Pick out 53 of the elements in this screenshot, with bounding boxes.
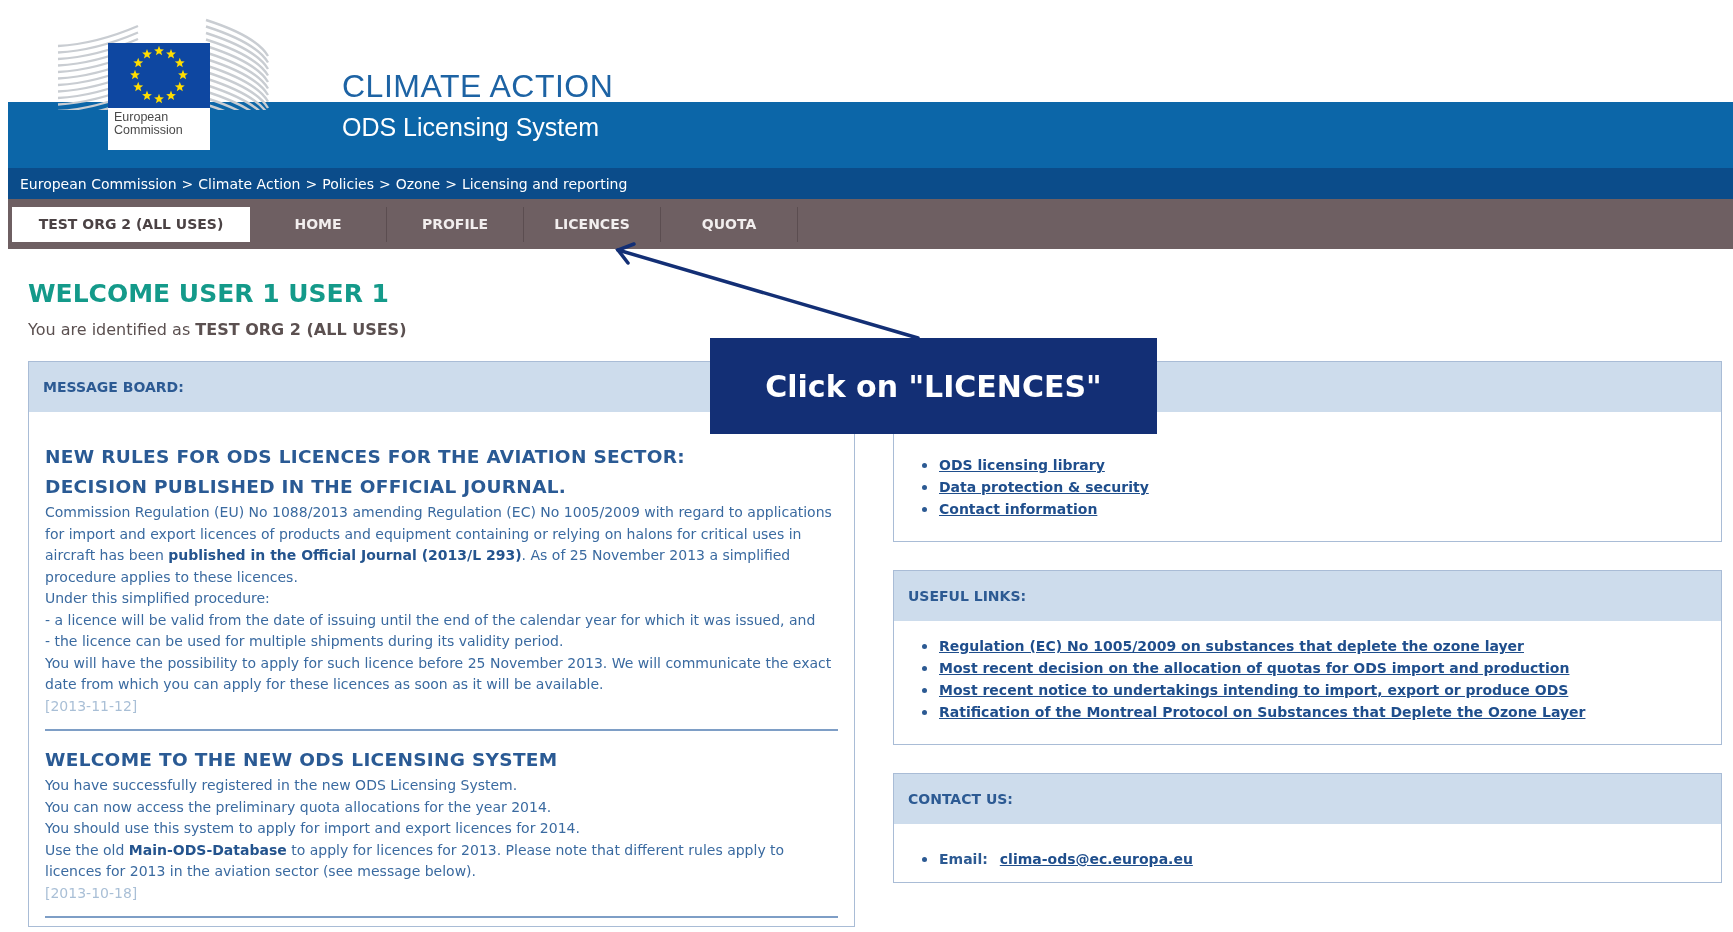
panel-header: CONTACT US:: [894, 774, 1721, 824]
nav-tab[interactable]: QUOTA: [661, 206, 798, 242]
email-link[interactable]: clima-ods@ec.europa.eu: [999, 850, 1193, 869]
bullet-icon: [922, 485, 927, 490]
message-date: [2013-11-12]: [45, 696, 139, 716]
panel-header: USEFUL LINKS:: [894, 571, 1721, 621]
message-text: You can now access the preliminary quota allocations for the year 2014.: [45, 797, 553, 817]
breadcrumb-link[interactable]: Ozone: [395, 175, 441, 192]
resource-link[interactable]: Most recent notice to undertakings intending to import, export or produce ODS: [939, 681, 1569, 700]
bullet-icon: [922, 644, 927, 649]
site-subtitle: ODS Licensing System: [342, 113, 601, 142]
nav-tab[interactable]: TEST ORG 2 (ALL USES): [12, 206, 250, 242]
message-text: You should use this system to apply for import and export licences for 2014.: [45, 819, 581, 838]
message-text: - a licence will be valid from the date of issuing until the end of the calendar year for which it was issued, and: [45, 610, 817, 630]
message-title: WELCOME TO THE NEW ODS LICENSING SYSTEM: [45, 748, 559, 772]
email-label: Email:: [939, 850, 988, 869]
message-text: Commission Regulation (EU) No 1088/2013 amending Regulation (EC) No 1005/2009 with regard to applications for import and export licences of products and equipment containing or relying on halons for critical uses in aircraft has been published in the Official Journal (2013/L 293). As of 25 November 2013 a simplified procedure applies to these licences.: [45, 503, 833, 587]
identity-text: You are identified as TEST ORG 2 (ALL USES): [28, 320, 408, 339]
message-text: Under this simplified procedure:: [45, 589, 271, 608]
breadcrumb-link[interactable]: Climate Action: [198, 175, 301, 192]
site-title: CLIMATE ACTION: [342, 68, 614, 105]
resource-link[interactable]: Ratification of the Montreal Protocol on Substances that Deplete the Ozone Layer: [939, 703, 1586, 722]
bullet-icon: [922, 507, 927, 512]
message-text: You will have the possibility to apply for such licence before 25 November 2013. We will communicate the exact date from which you can apply for these licences as soon as it will be available.: [45, 653, 833, 694]
resource-link[interactable]: Data protection & security: [939, 478, 1149, 497]
instruction-callout: Click on "LICENCES": [710, 338, 1157, 434]
bullet-icon: [922, 688, 927, 693]
resource-link[interactable]: Most recent decision on the allocation of quotas for ODS import and production: [939, 659, 1570, 678]
message-date: [2013-10-18]: [45, 883, 139, 903]
bullet-icon: [922, 666, 927, 671]
logo-text: European Commission: [108, 108, 210, 150]
breadcrumb-separator: >: [379, 175, 391, 192]
message-title: NEW RULES FOR ODS LICENCES FOR THE AVIATION SECTOR: DECISION PUBLISHED IN THE OFFICIAL JOURNAL.: [45, 445, 687, 499]
breadcrumb-link[interactable]: Policies: [322, 175, 374, 192]
breadcrumb-separator: >: [305, 175, 318, 192]
message-text: You have successfully registered in the new ODS Licensing System.: [45, 776, 519, 795]
breadcrumb-link[interactable]: European Commission: [20, 175, 177, 192]
welcome-heading: WELCOME USER 1 USER 1: [28, 279, 390, 308]
message-text: - the licence can be used for multiple shipments during its validity period.: [45, 632, 565, 651]
resource-link[interactable]: ODS licensing library: [939, 456, 1105, 475]
breadcrumb-separator: >: [181, 175, 194, 192]
bullet-icon: [922, 710, 927, 715]
nav-tab[interactable]: LICENCES: [524, 206, 661, 242]
breadcrumb-separator: >: [445, 175, 457, 192]
breadcrumb-link[interactable]: Licensing and reporting: [461, 175, 628, 192]
bullet-icon: [922, 857, 927, 862]
message-text: Use the old Main-ODS-Database to apply for licences for 2013. Please note that different rules apply to licences for 2013 in the aviation sector (see message below).: [45, 840, 786, 881]
eu-flag-icon: [108, 43, 210, 108]
bullet-icon: [922, 463, 927, 468]
nav-tab[interactable]: HOME: [250, 206, 387, 242]
resource-link[interactable]: Contact information: [939, 500, 1098, 519]
resource-link[interactable]: Regulation (EC) No 1005/2009 on substances that deplete the ozone layer: [939, 637, 1524, 656]
nav-tab[interactable]: PROFILE: [387, 206, 524, 242]
